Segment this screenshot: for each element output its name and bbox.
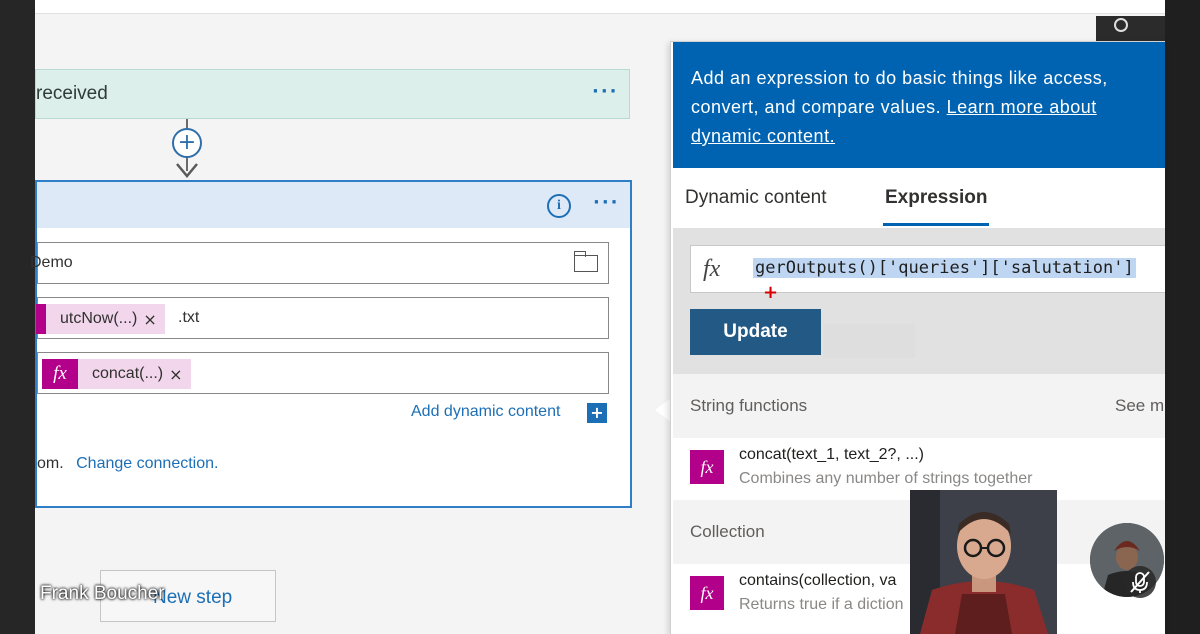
action-more-button[interactable]: ··· <box>593 192 620 213</box>
fx-token-edge <box>36 304 46 334</box>
expression-text[interactable]: gerOutputs()['queries']['salutation'] <box>753 258 1136 278</box>
right-video-margin <box>1165 0 1200 634</box>
function-description: Returns true if a diction <box>739 596 904 613</box>
info-icon[interactable]: i <box>547 194 571 218</box>
function-item-concat[interactable]: fx concat(text_1, text_2?, ...) Combines… <box>673 438 1165 496</box>
remove-token-icon[interactable]: × <box>143 310 164 329</box>
tab-expression[interactable]: Expression <box>885 187 987 209</box>
file-name-field[interactable]: utcNow(...) × .txt <box>36 297 609 339</box>
add-dynamic-content-link[interactable]: Add dynamic content <box>411 403 560 421</box>
top-bar <box>35 0 1165 14</box>
arrow-down-icon <box>176 163 198 178</box>
expression-input[interactable]: fx gerOutputs()['queries']['salutation'] <box>690 245 1165 293</box>
add-dynamic-content-icon[interactable]: + <box>587 403 607 423</box>
string-functions-header: String functions See m <box>673 374 1165 438</box>
file-content-field[interactable]: fx concat(...) × <box>37 352 609 394</box>
action-header[interactable]: i ··· <box>37 182 630 228</box>
file-name-suffix: .txt <box>178 309 200 326</box>
folder-picker-icon[interactable] <box>574 251 598 272</box>
utcnow-token-label: utcNow(...) <box>60 310 138 327</box>
info-banner: Add an expression to do basic things lik… <box>673 42 1165 168</box>
fx-icon: fx <box>690 576 724 610</box>
utcnow-token[interactable]: utcNow(...) × <box>36 304 165 334</box>
section-title: String functions <box>690 396 808 415</box>
trigger-card[interactable]: received ··· <box>35 69 630 119</box>
trigger-title: received <box>36 83 108 104</box>
section-title: Collection <box>690 522 765 541</box>
remove-token-icon[interactable]: × <box>169 365 190 384</box>
mic-muted-icon[interactable] <box>1124 566 1156 598</box>
trigger-more-button[interactable]: ··· <box>592 81 619 102</box>
function-name: contains(collection, va <box>739 572 897 589</box>
presenter-webcam <box>910 490 1057 634</box>
panel-pointer <box>655 398 671 422</box>
connection-account: om. <box>37 455 64 472</box>
fx-icon: fx <box>703 256 721 282</box>
presenter-video-icon <box>910 490 1057 634</box>
function-description: Combines any number of strings together <box>739 470 1033 487</box>
connection-row: om. Change connection. <box>37 455 218 473</box>
insert-step-button[interactable]: + <box>172 128 202 158</box>
action-card: i ··· Demo utcNow(...) × .txt fx concat(… <box>30 180 632 508</box>
update-button[interactable]: Update <box>690 309 821 355</box>
fx-icon: fx <box>42 359 78 389</box>
fx-icon: fx <box>690 450 724 484</box>
see-more-link[interactable]: See m <box>1115 396 1164 416</box>
active-tab-indicator <box>883 223 989 226</box>
left-video-margin <box>0 0 35 634</box>
settings-icon <box>1114 18 1128 32</box>
concat-token[interactable]: fx concat(...) × <box>42 359 191 389</box>
settings-button[interactable] <box>1096 16 1165 44</box>
folder-path-value: Demo <box>30 254 73 271</box>
update-button-shadow <box>823 324 915 358</box>
banner-text: Add an expression to do basic things lik… <box>691 64 1141 151</box>
folder-path-field[interactable]: Demo <box>30 242 609 284</box>
presenter-name: Frank Boucher <box>40 583 165 604</box>
expression-editor-area: fx gerOutputs()['queries']['salutation']… <box>673 228 1165 374</box>
mouse-cursor-icon: + <box>763 282 779 303</box>
function-name: concat(text_1, text_2?, ...) <box>739 446 924 463</box>
tab-dynamic-content[interactable]: Dynamic content <box>685 187 827 209</box>
change-connection-link[interactable]: Change connection. <box>76 455 218 472</box>
concat-token-label: concat(...) <box>92 365 164 382</box>
